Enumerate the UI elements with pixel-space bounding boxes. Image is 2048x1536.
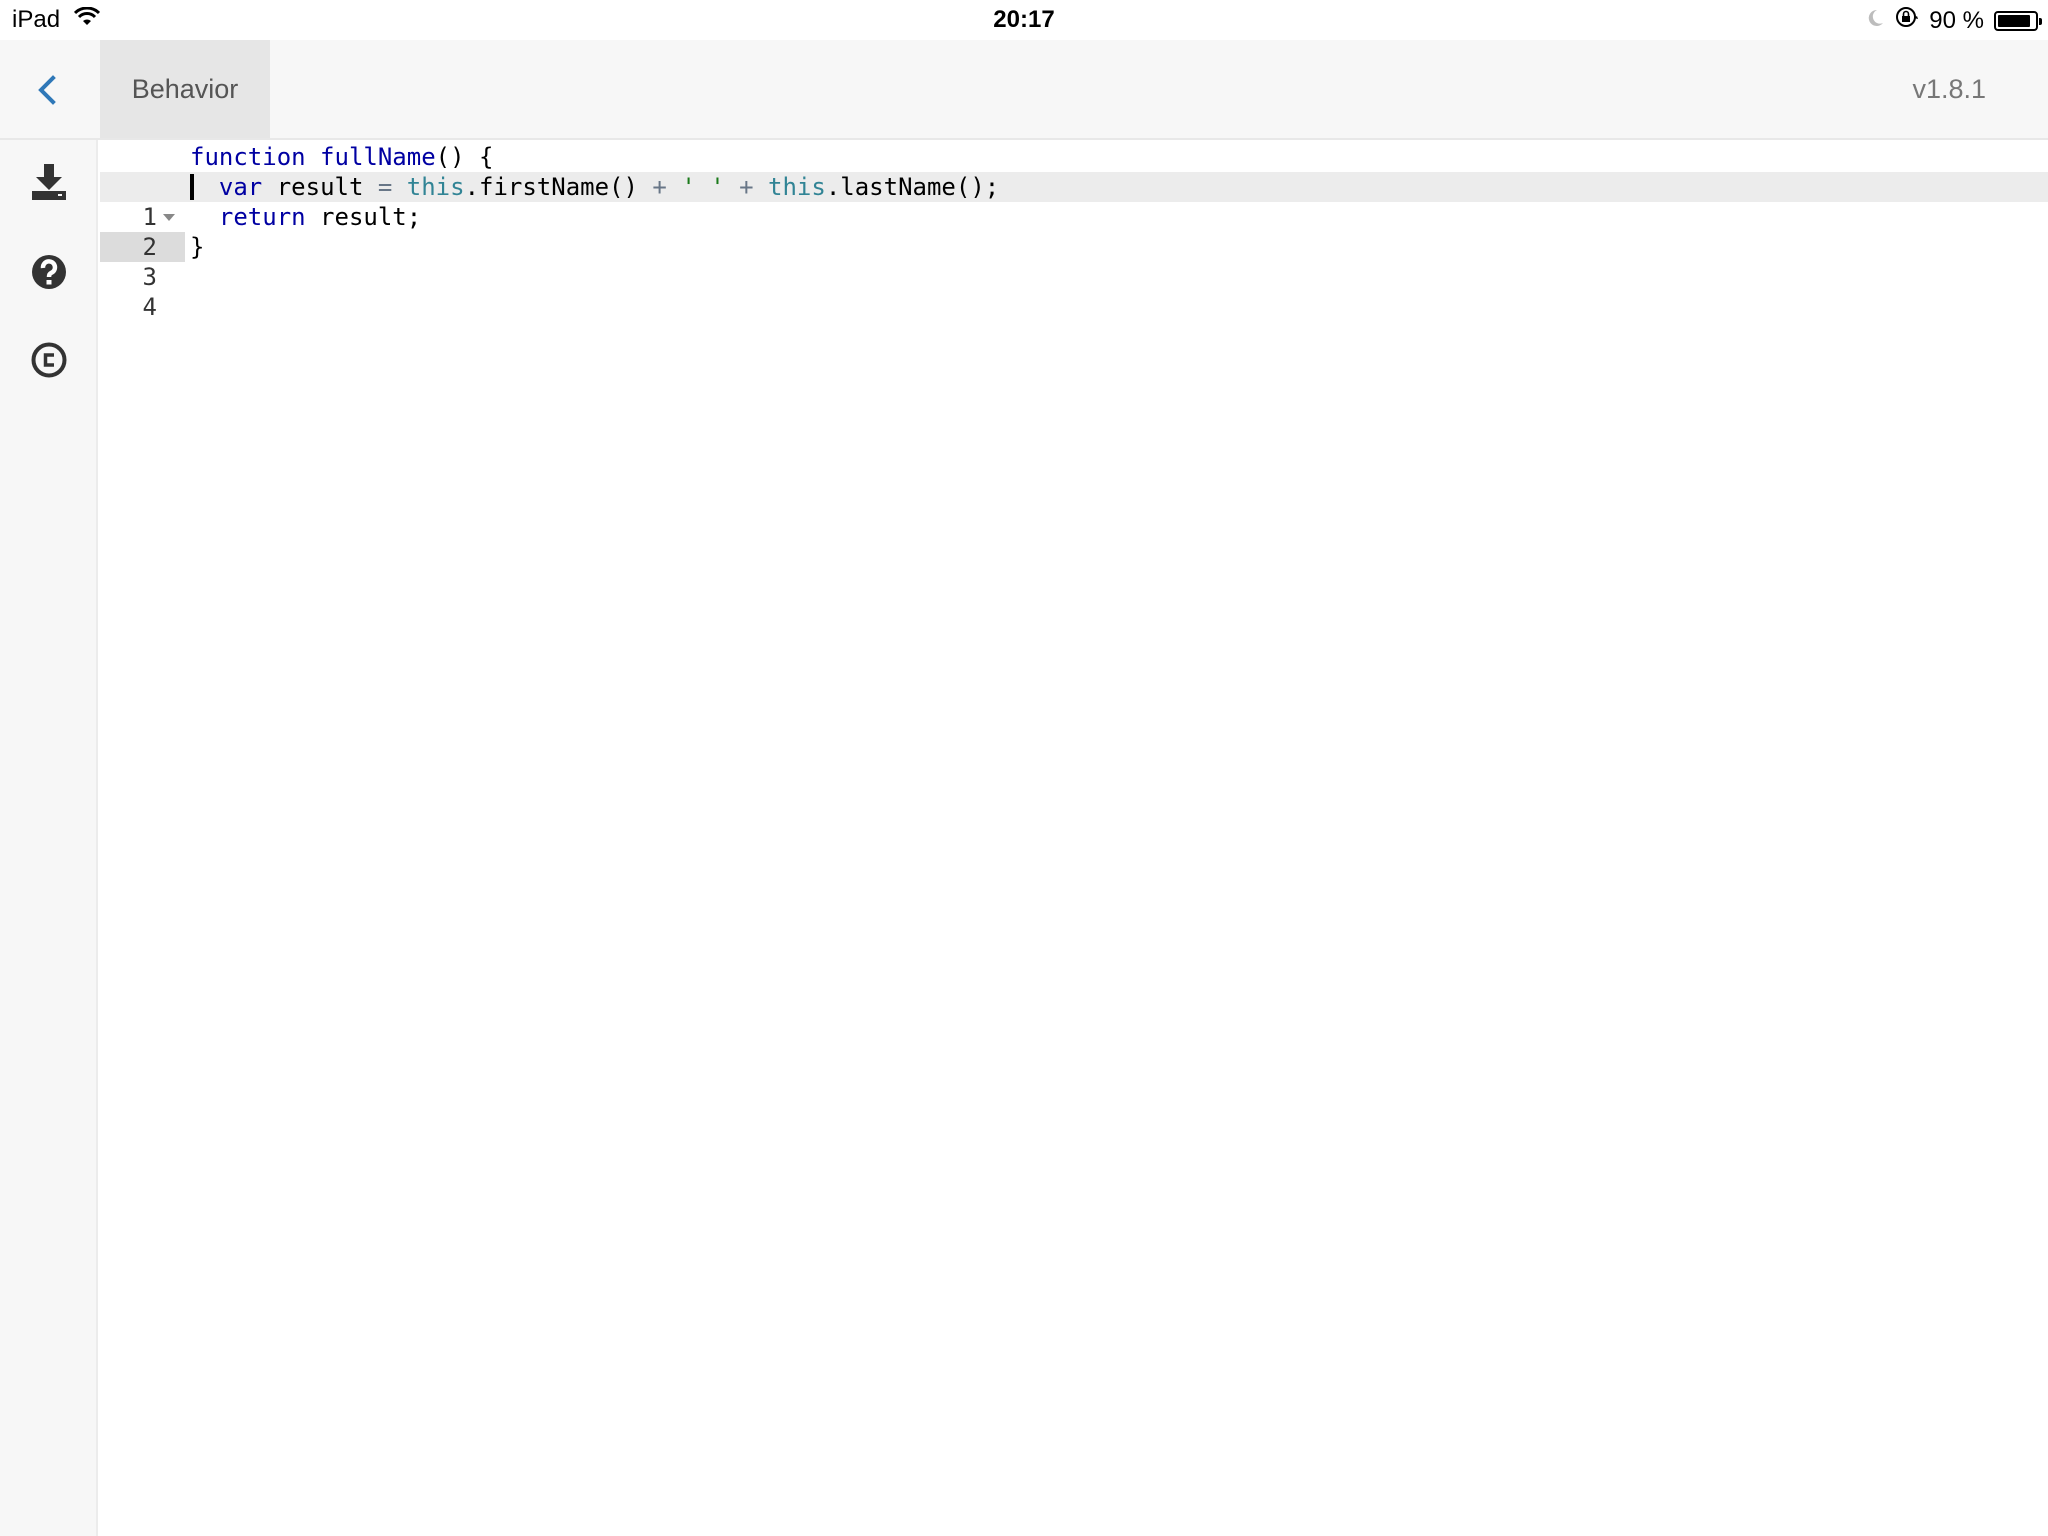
line-number: 4 — [142, 293, 157, 321]
code-token-fn: fullName — [320, 143, 436, 171]
download-button[interactable] — [29, 162, 69, 202]
copyright-button[interactable] — [29, 340, 69, 380]
code-token-plain: .lastName(); — [825, 173, 1000, 201]
code-line-3[interactable]: 3 return result; — [100, 202, 2048, 291]
line-gutter: 4 — [100, 292, 185, 322]
battery-percent: 90 % — [1929, 6, 1984, 34]
help-icon — [32, 255, 66, 289]
download-icon — [32, 164, 66, 200]
moon-icon — [1865, 7, 1885, 35]
code-token-plain: .firstName() — [464, 173, 653, 201]
copyright-icon — [31, 342, 67, 378]
clock: 20:17 — [993, 6, 1055, 33]
code-token-str: ' ' — [681, 173, 725, 201]
code-token-kw: function — [190, 143, 306, 171]
code-text: } — [190, 232, 204, 262]
chevron-left-icon — [38, 75, 56, 105]
version-label: v1.8.1 — [1912, 74, 1986, 104]
code-line-4[interactable]: 4 } — [100, 232, 2048, 321]
code-editor[interactable]: 1 function fullName() { 2 var result = t… — [100, 142, 2048, 1536]
code-text: return result; — [190, 202, 421, 232]
code-token-kw: return — [218, 203, 306, 231]
code-token-plain: } — [190, 233, 205, 261]
code-token-op: + — [652, 173, 667, 201]
code-token-plain: result — [262, 173, 378, 201]
sidebar — [0, 140, 98, 1536]
battery-fill — [1998, 14, 2031, 27]
code-line-2[interactable]: 2 var result = this.firstName() + ' ' + … — [100, 172, 2048, 262]
code-token-kw: var — [218, 173, 263, 201]
back-button[interactable] — [28, 70, 68, 110]
code-token-op: = — [377, 173, 393, 201]
help-button[interactable] — [29, 252, 69, 292]
code-text: function fullName() { — [190, 142, 493, 172]
tab-behavior[interactable]: Behavior — [100, 40, 270, 138]
code-token-this: this — [406, 173, 465, 201]
code-text: var result = this.firstName() + ' ' + th… — [190, 172, 999, 202]
code-line-1[interactable]: 1 function fullName() { — [100, 142, 2048, 231]
status-bar: iPad 20:17 90 % — [0, 0, 2048, 40]
code-token-this: this — [768, 173, 826, 201]
rotation-lock-icon — [1895, 6, 1919, 35]
code-token-op: + — [739, 173, 754, 201]
code-token-plain: () { — [435, 143, 494, 171]
code-token-plain: result; — [305, 203, 422, 231]
battery-icon — [1994, 10, 2042, 31]
header-bar: Behavior v1.8.1 — [0, 40, 2048, 140]
